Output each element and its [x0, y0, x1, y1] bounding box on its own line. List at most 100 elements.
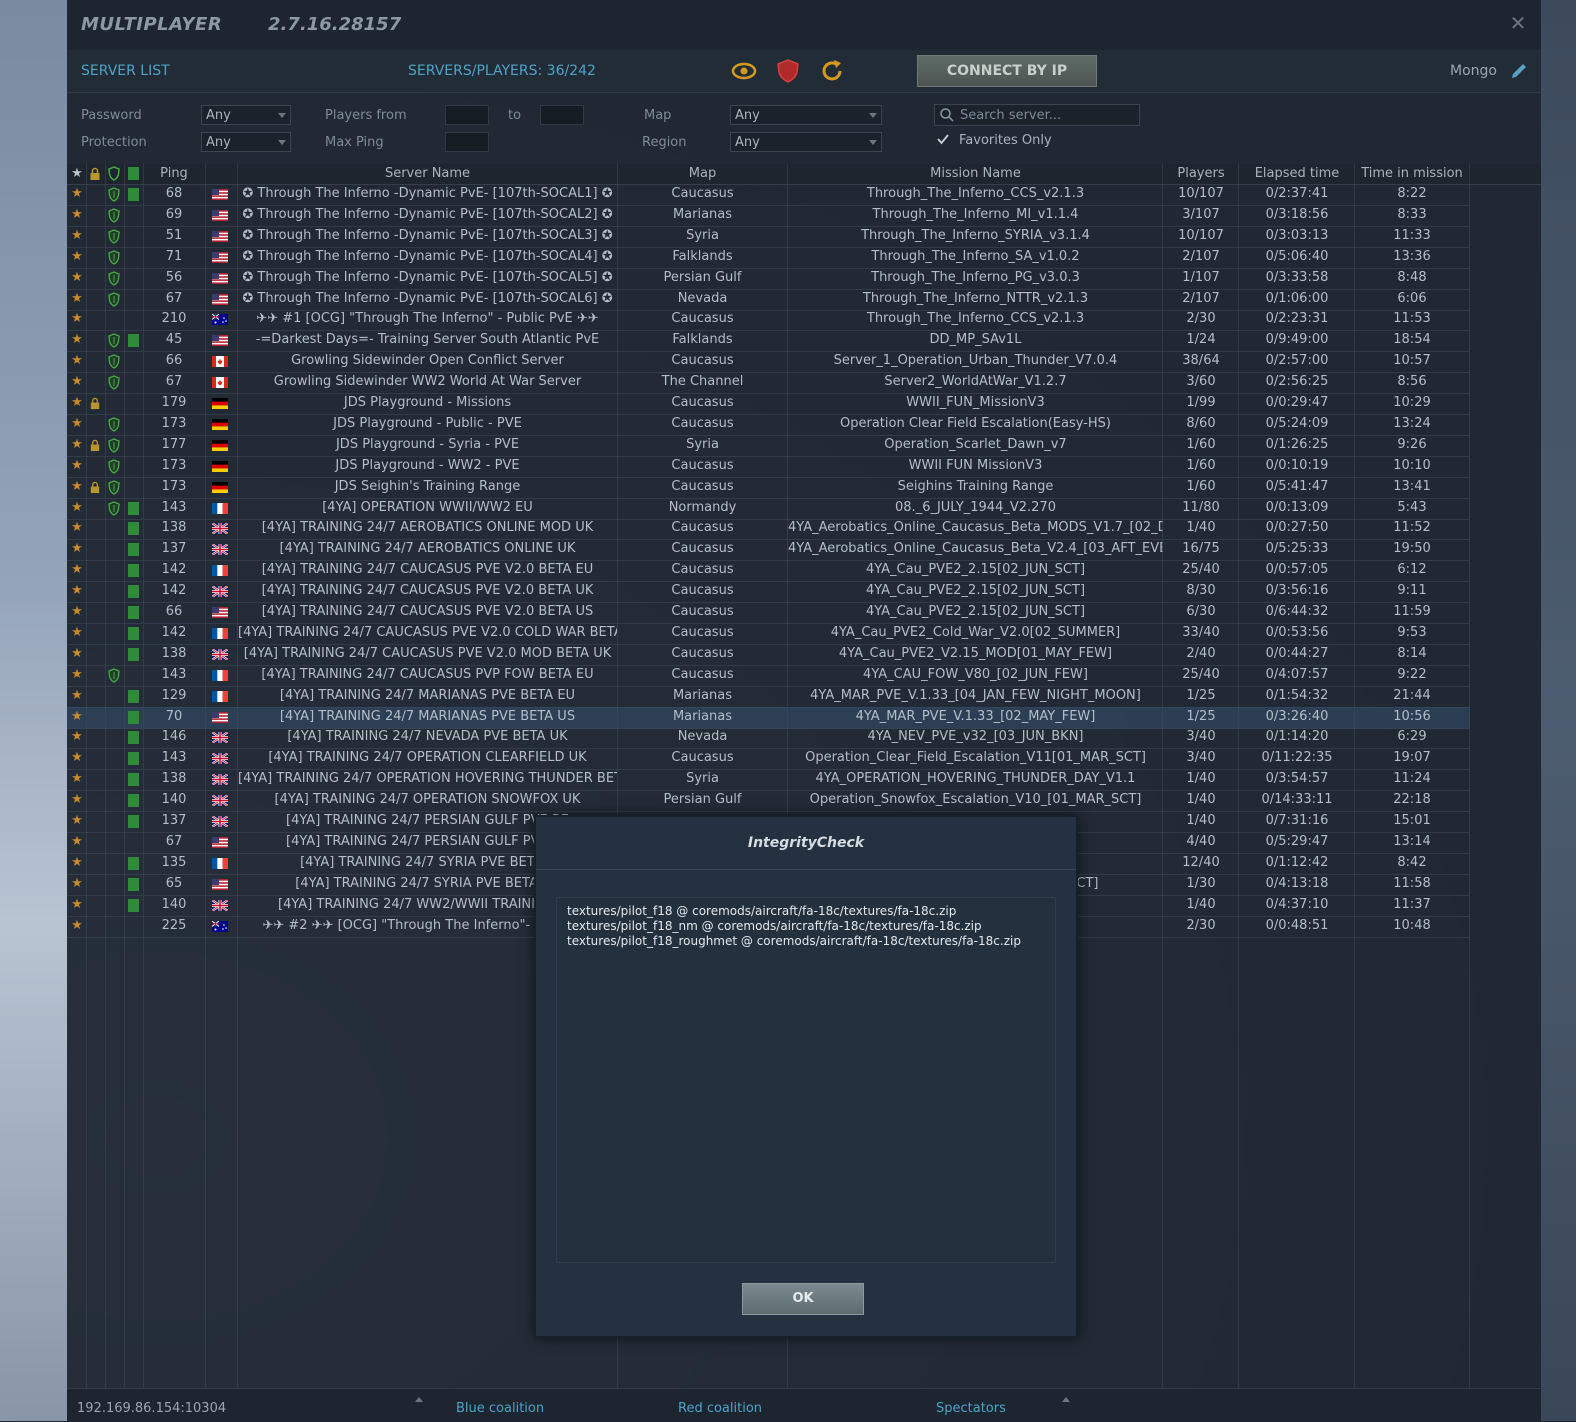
- table-row[interactable]: ★ 138 [4YA] TRAINING 24/7 CAUCASUS PVE V2.…: [67, 644, 1470, 666]
- table-row[interactable]: ★ 67 Growling Sidewinder WW2 World At War …: [67, 372, 1470, 395]
- table-row[interactable]: ★ 146 [4YA] TRAINING 24/7 NEVADA PVE BETA …: [67, 727, 1470, 750]
- table-row[interactable]: ★ 140 [4YA] TRAINING 24/7 OPERATION SNOWFO…: [67, 790, 1470, 813]
- table-row[interactable]: ★ 51 ✪ Through The Inferno -Dynamic PvE- […: [67, 226, 1470, 248]
- close-icon[interactable]: ✕: [1507, 12, 1529, 34]
- favorite-star-icon[interactable]: ★: [70, 458, 84, 473]
- elapsed-time-column-header[interactable]: Elapsed time: [1239, 166, 1355, 181]
- connect-by-ip-button[interactable]: CONNECT BY IP: [917, 55, 1097, 87]
- table-row[interactable]: ★ 143 [4YA] TRAINING 24/7 CAUCASUS PVP FOW…: [67, 665, 1470, 687]
- table-row[interactable]: ★ 179 JDS Playground - Missions Caucasus WWI…: [67, 393, 1470, 415]
- ping-column-header[interactable]: Ping: [143, 166, 205, 181]
- favorite-star-icon[interactable]: ★: [70, 332, 84, 347]
- max-ping-input[interactable]: [445, 132, 489, 152]
- table-row[interactable]: ★ 210 ✈✈ #1 [OCG] "Through The Inferno" - …: [67, 309, 1470, 332]
- favorite-star-icon[interactable]: ★: [70, 646, 84, 661]
- shield-column-icon[interactable]: [108, 166, 120, 181]
- table-row[interactable]: ★ 71 ✪ Through The Inferno -Dynamic PvE- […: [67, 247, 1470, 269]
- mission-name-column-header[interactable]: Mission Name: [788, 166, 1163, 181]
- table-row[interactable]: ★ 138 [4YA] TRAINING 24/7 AEROBATICS ONLIN…: [67, 518, 1470, 541]
- table-row[interactable]: ★ 129 [4YA] TRAINING 24/7 MARIANAS PVE BET…: [67, 686, 1470, 708]
- server-list-tab[interactable]: SERVER LIST: [81, 63, 170, 79]
- favorite-star-icon[interactable]: ★: [70, 897, 84, 912]
- favorite-star-icon[interactable]: ★: [70, 416, 84, 431]
- mission-name-cell: Seighins Training Range: [897, 478, 1054, 494]
- players-to-input[interactable]: [540, 105, 584, 125]
- favorite-star-icon[interactable]: ★: [70, 855, 84, 870]
- favorite-star-icon[interactable]: ★: [70, 813, 84, 828]
- eye-icon[interactable]: [731, 58, 757, 84]
- table-row[interactable]: ★ 66 [4YA] TRAINING 24/7 CAUCASUS PVE V2.0…: [67, 602, 1470, 624]
- table-row[interactable]: ★ 142 [4YA] TRAINING 24/7 CAUCASUS PVE V2.…: [67, 581, 1470, 604]
- table-row[interactable]: ★ 142 [4YA] TRAINING 24/7 CAUCASUS PVE V2.…: [67, 560, 1470, 583]
- favorite-star-icon[interactable]: ★: [70, 792, 84, 807]
- table-row[interactable]: ★ 177 JDS Playground - Syria - PVE Syria Ope…: [67, 435, 1470, 457]
- status-square: [128, 334, 139, 348]
- favorite-star-icon[interactable]: ★: [70, 709, 84, 724]
- favorite-star-icon[interactable]: ★: [70, 395, 84, 410]
- time-in-mission-column-header[interactable]: Time in mission: [1355, 166, 1469, 181]
- table-row[interactable]: ★ 173 JDS Playground - WW2 - PVE Caucasus WW…: [67, 456, 1470, 478]
- favorite-star-icon[interactable]: ★: [70, 729, 84, 744]
- favorite-star-icon[interactable]: ★: [70, 625, 84, 640]
- favorite-star-icon[interactable]: ★: [70, 249, 84, 264]
- map-select[interactable]: Any: [730, 105, 882, 125]
- table-row[interactable]: ★ 56 ✪ Through The Inferno -Dynamic PvE- […: [67, 268, 1470, 290]
- lock-column-icon[interactable]: [89, 167, 101, 181]
- favorite-star-icon[interactable]: ★: [70, 834, 84, 849]
- integrity-line: textures/pilot_f18_roughmet @ coremods/a…: [567, 934, 1021, 948]
- region-select[interactable]: Any: [730, 132, 882, 152]
- favorite-star-icon[interactable]: ★: [70, 667, 84, 682]
- ok-button[interactable]: OK: [742, 1283, 864, 1315]
- favorite-star-icon[interactable]: ★: [70, 479, 84, 494]
- favorite-star-icon[interactable]: ★: [70, 541, 84, 556]
- table-row[interactable]: ★ 142 [4YA] TRAINING 24/7 CAUCASUS PVE V2.…: [67, 623, 1470, 645]
- refresh-icon[interactable]: [819, 58, 845, 84]
- shield-icon[interactable]: [775, 58, 801, 84]
- favorite-star-icon[interactable]: ★: [70, 750, 84, 765]
- protection-select[interactable]: Any: [201, 132, 291, 152]
- table-row[interactable]: ★ 138 [4YA] TRAINING 24/7 OPERATION HOVERI…: [67, 769, 1470, 792]
- table-row[interactable]: ★ 45 -=Darkest Days=- Training Server Sout…: [67, 330, 1470, 353]
- scroll-up-icon[interactable]: [1062, 1397, 1070, 1402]
- search-input[interactable]: Search server...: [934, 104, 1140, 126]
- players-from-input[interactable]: [445, 105, 489, 125]
- players-column-header[interactable]: Players: [1163, 166, 1239, 181]
- favorite-star-icon[interactable]: ★: [70, 771, 84, 786]
- table-row[interactable]: ★ 68 ✪ Through The Inferno -Dynamic PvE- […: [67, 184, 1470, 206]
- favorite-star-icon[interactable]: ★: [70, 207, 84, 222]
- favorite-star-icon[interactable]: ★: [70, 291, 84, 306]
- favorite-star-icon[interactable]: ★: [70, 353, 84, 368]
- table-row[interactable]: ★ 70 [4YA] TRAINING 24/7 MARIANAS PVE BETA…: [67, 706, 1470, 729]
- table-row[interactable]: ★ 143 [4YA] TRAINING 24/7 OPERATION CLEARF…: [67, 748, 1470, 771]
- favorite-column-star-icon[interactable]: ★: [70, 166, 84, 181]
- favorite-star-icon[interactable]: ★: [70, 604, 84, 619]
- edit-icon[interactable]: [1509, 61, 1529, 81]
- table-row[interactable]: ★ 67 ✪ Through The Inferno -Dynamic PvE- […: [67, 289, 1470, 311]
- favorite-star-icon[interactable]: ★: [70, 500, 84, 515]
- password-select[interactable]: Any: [201, 105, 291, 125]
- favorite-star-icon[interactable]: ★: [70, 562, 84, 577]
- favorite-star-icon[interactable]: ★: [70, 918, 84, 933]
- table-row[interactable]: ★ 143 [4YA] OPERATION WWII/WW2 EU Normandy 0…: [67, 498, 1470, 520]
- table-row[interactable]: ★ 173 JDS Playground - Public - PVE Caucasu…: [67, 414, 1470, 436]
- favorite-star-icon[interactable]: ★: [70, 270, 84, 285]
- favorite-star-icon[interactable]: ★: [70, 228, 84, 243]
- table-row[interactable]: ★ 66 Growling Sidewinder Open Conflict Ser…: [67, 351, 1470, 374]
- favorite-star-icon[interactable]: ★: [70, 437, 84, 452]
- favorite-star-icon[interactable]: ★: [70, 311, 84, 326]
- favorite-star-icon[interactable]: ★: [70, 186, 84, 201]
- favorite-star-icon[interactable]: ★: [70, 520, 84, 535]
- favorite-star-icon[interactable]: ★: [70, 374, 84, 389]
- favorite-star-icon[interactable]: ★: [70, 876, 84, 891]
- map-column-header[interactable]: Map: [618, 166, 787, 181]
- favorite-star-icon[interactable]: ★: [70, 583, 84, 598]
- favorites-checkbox[interactable]: [936, 132, 950, 146]
- table-row[interactable]: ★ 69 ✪ Through The Inferno -Dynamic PvE- […: [67, 205, 1470, 227]
- table-row[interactable]: ★ 137 [4YA] TRAINING 24/7 AEROBATICS ONLIN…: [67, 539, 1470, 562]
- server-name-column-header[interactable]: Server Name: [238, 166, 617, 181]
- favorite-star-icon[interactable]: ★: [70, 688, 84, 703]
- ping-cell: 138: [161, 771, 187, 787]
- status-column-icon[interactable]: [128, 167, 139, 180]
- table-row[interactable]: ★ 173 JDS Seighin's Training Range Caucasus…: [67, 477, 1470, 499]
- scroll-up-icon[interactable]: [415, 1397, 423, 1402]
